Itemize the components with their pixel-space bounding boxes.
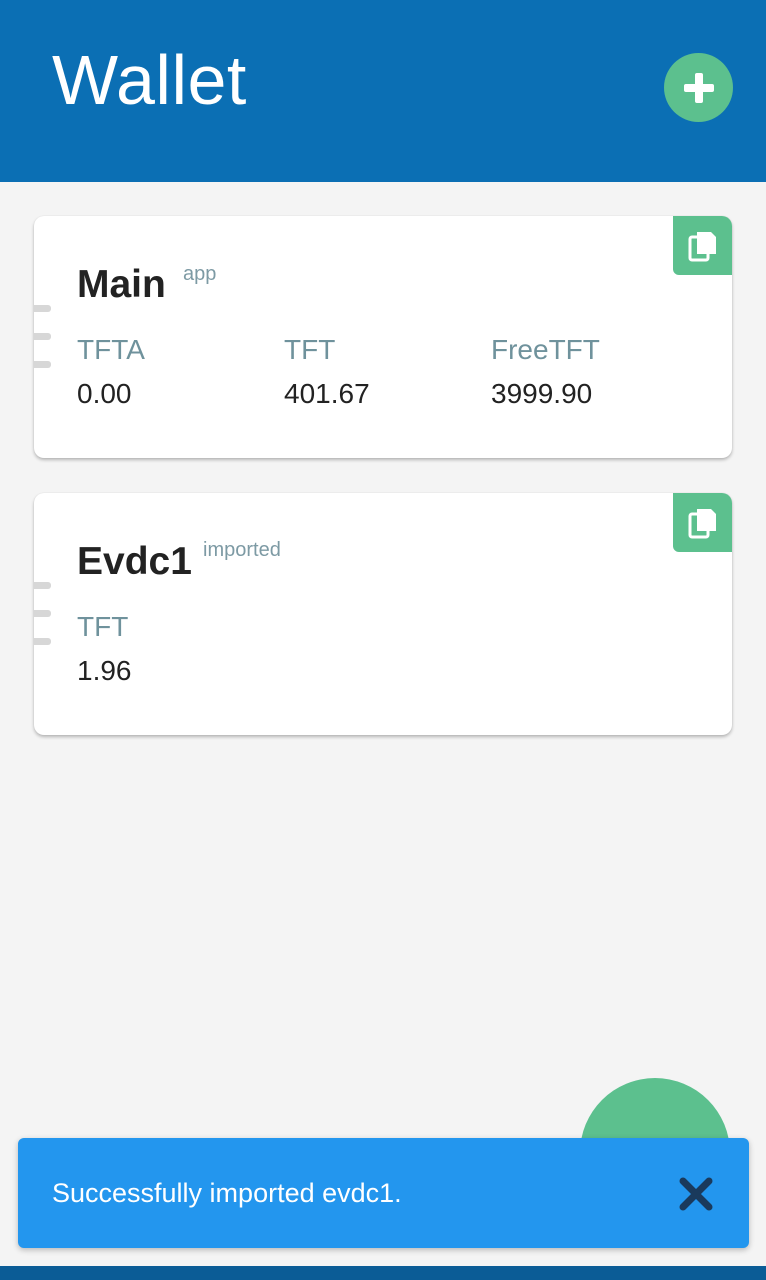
wallet-card-main[interactable]: Main app TFTA 0.00 TFT 401.67 FreeTFT 39… xyxy=(34,216,732,458)
balance-label: TFT xyxy=(77,611,129,642)
add-wallet-button[interactable] xyxy=(664,53,733,122)
balance-value: 401.67 xyxy=(284,378,370,409)
balance-value: 0.00 xyxy=(77,378,132,409)
copy-icon xyxy=(688,508,716,538)
page-title: Wallet xyxy=(52,41,247,119)
balance-value: 3999.90 xyxy=(491,378,593,409)
close-icon xyxy=(679,1177,713,1211)
snackbar-notification: Successfully imported evdc1. xyxy=(18,1138,749,1248)
wallet-name: Main xyxy=(77,263,166,306)
wallet-card-evdc1[interactable]: Evdc1 imported TFT 1.96 xyxy=(34,493,732,735)
balance-label: FreeTFT xyxy=(491,334,600,365)
drag-handle[interactable] xyxy=(34,582,51,666)
wallet-tag: imported xyxy=(203,539,281,561)
bottom-nav-bar xyxy=(0,1266,766,1280)
snackbar-close-button[interactable] xyxy=(677,1175,715,1213)
app-header: Wallet xyxy=(0,0,766,182)
copy-address-button[interactable] xyxy=(673,216,732,275)
copy-address-button[interactable] xyxy=(673,493,732,552)
balance-label: TFTA xyxy=(77,334,145,365)
wallet-name: Evdc1 xyxy=(77,540,192,583)
snackbar-message: Successfully imported evdc1. xyxy=(52,1178,402,1208)
balance-label: TFT xyxy=(284,334,336,365)
plus-icon xyxy=(683,72,714,103)
wallet-tag: app xyxy=(183,263,217,285)
balance-value: 1.96 xyxy=(77,655,132,686)
copy-icon xyxy=(688,231,716,261)
drag-handle[interactable] xyxy=(34,305,51,389)
